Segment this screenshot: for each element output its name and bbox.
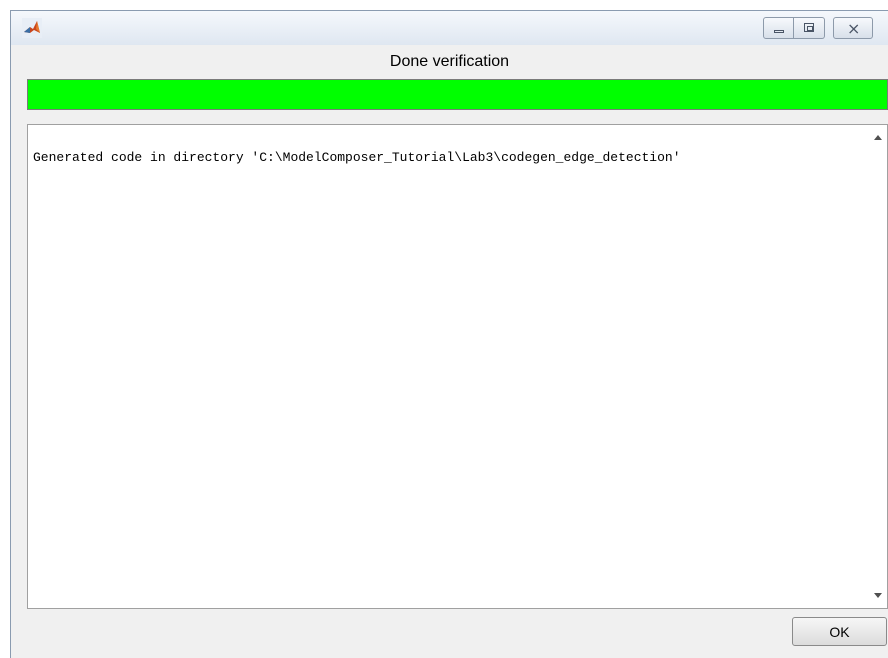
matlab-logo-icon (22, 18, 42, 38)
scroll-up-arrow-icon[interactable] (874, 135, 882, 140)
minimize-icon (774, 30, 784, 33)
progress-bar (27, 79, 888, 110)
status-title: Done verification (389, 53, 510, 70)
close-button[interactable]: ⨯ (833, 17, 873, 39)
close-icon: ⨯ (847, 19, 861, 38)
output-message: Generated code in directory 'C:\ModelCom… (33, 150, 681, 165)
minimize-button[interactable] (763, 17, 794, 39)
dialog-window: ⨯ Done verification Generated code in di… (10, 10, 888, 658)
ok-button[interactable]: OK (792, 617, 887, 646)
progress-fill (28, 80, 887, 109)
output-text-area[interactable]: Generated code in directory 'C:\ModelCom… (27, 124, 888, 609)
vertical-scrollbar[interactable] (870, 125, 887, 608)
title-bar[interactable]: ⨯ (11, 11, 888, 45)
maximize-button[interactable] (794, 17, 825, 39)
maximize-icon (804, 23, 814, 32)
scroll-down-arrow-icon[interactable] (874, 593, 882, 598)
